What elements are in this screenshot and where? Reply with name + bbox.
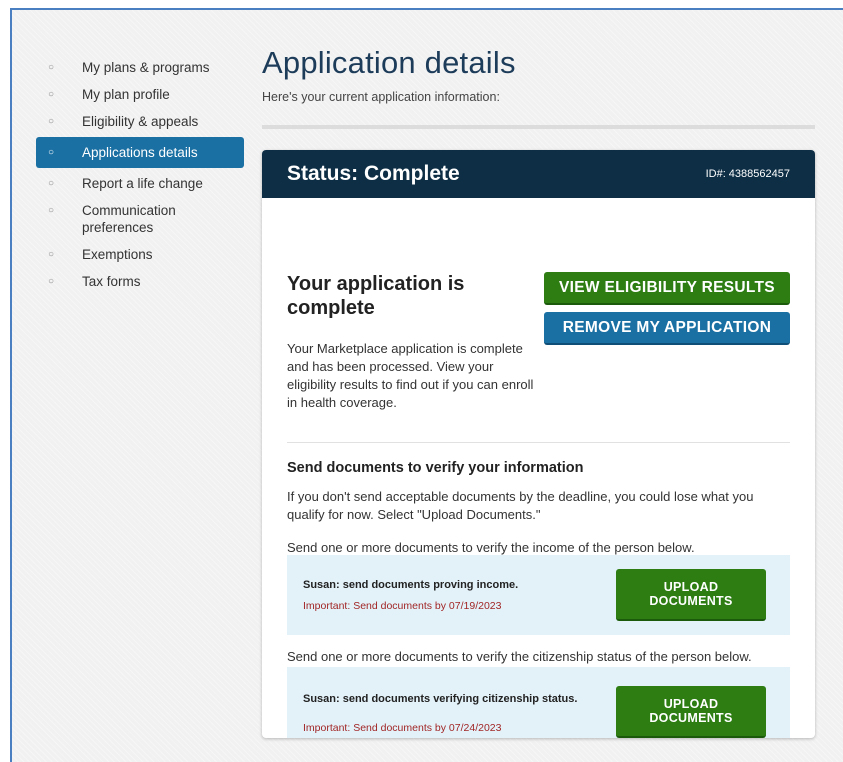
- document-deadline: Important: Send documents by 07/24/2023: [303, 722, 502, 734]
- divider: [262, 125, 815, 129]
- circle-bullet-icon: ○: [48, 147, 55, 158]
- sidebar-item-label: Exemptions: [82, 247, 153, 262]
- document-deadline: Important: Send documents by 07/19/2023: [303, 600, 502, 612]
- section-divider: [287, 442, 790, 443]
- sidebar-item-exemptions[interactable]: ○ Exemptions: [36, 241, 244, 268]
- page-subtitle: Here's your current application informat…: [262, 90, 500, 104]
- sidebar-item-plan-profile[interactable]: ○ My plan profile: [36, 81, 244, 108]
- sidebar-item-my-plans[interactable]: ○ My plans & programs: [36, 54, 244, 81]
- completion-heading: Your application is complete: [287, 273, 465, 319]
- circle-bullet-icon: ○: [48, 89, 55, 100]
- circle-bullet-icon: ○: [48, 276, 55, 287]
- sidebar-nav: ○ My plans & programs ○ My plan profile …: [36, 54, 244, 295]
- sidebar-item-label: Communication preferences: [82, 203, 176, 235]
- sidebar-item-life-change[interactable]: ○ Report a life change: [36, 170, 244, 197]
- application-id: ID#: 4388562457: [705, 168, 790, 180]
- documents-heading: Send documents to verify your informatio…: [287, 460, 584, 476]
- circle-bullet-icon: ○: [48, 249, 55, 260]
- circle-bullet-icon: ○: [48, 205, 55, 216]
- status-header: Status: Complete ID#: 4388562457: [262, 150, 815, 198]
- document-request-title: Susan: send documents proving income.: [303, 579, 519, 591]
- view-eligibility-results-button[interactable]: VIEW ELIGIBILITY RESULTS: [544, 272, 790, 305]
- sidebar-item-label: Tax forms: [82, 274, 141, 289]
- sidebar-item-label: My plan profile: [82, 87, 170, 102]
- sidebar-item-label: Report a life change: [82, 176, 203, 191]
- documents-description: If you don't send acceptable documents b…: [287, 489, 754, 522]
- sidebar-item-tax-forms[interactable]: ○ Tax forms: [36, 268, 244, 295]
- verify-citizenship-intro: Send one or more documents to verify the…: [287, 649, 752, 664]
- circle-bullet-icon: ○: [48, 62, 55, 73]
- document-request-income: Susan: send documents proving income. Im…: [287, 555, 790, 635]
- completion-description: Your Marketplace application is complete…: [287, 341, 534, 410]
- sidebar-item-label: Eligibility & appeals: [82, 114, 199, 129]
- sidebar-item-communication[interactable]: ○ Communication preferences: [36, 197, 244, 241]
- page-title: Application details: [262, 45, 516, 80]
- remove-application-button[interactable]: REMOVE MY APPLICATION: [544, 312, 790, 345]
- circle-bullet-icon: ○: [48, 116, 55, 127]
- sidebar-item-applications[interactable]: ○ Applications details: [36, 137, 244, 168]
- document-request-citizenship: Susan: send documents verifying citizens…: [287, 667, 790, 738]
- application-status-card: Status: Complete ID#: 4388562457 Your ap…: [262, 150, 815, 738]
- verify-income-intro: Send one or more documents to verify the…: [287, 540, 695, 555]
- document-request-title: Susan: send documents verifying citizens…: [303, 693, 578, 705]
- circle-bullet-icon: ○: [48, 178, 55, 189]
- upload-documents-button[interactable]: UPLOAD DOCUMENTS: [616, 569, 766, 621]
- sidebar-item-eligibility[interactable]: ○ Eligibility & appeals: [36, 108, 244, 135]
- status-label: Status: Complete: [287, 162, 460, 185]
- sidebar-item-label: Applications details: [82, 145, 198, 160]
- sidebar-item-label: My plans & programs: [82, 60, 210, 75]
- upload-documents-button[interactable]: UPLOAD DOCUMENTS: [616, 686, 766, 738]
